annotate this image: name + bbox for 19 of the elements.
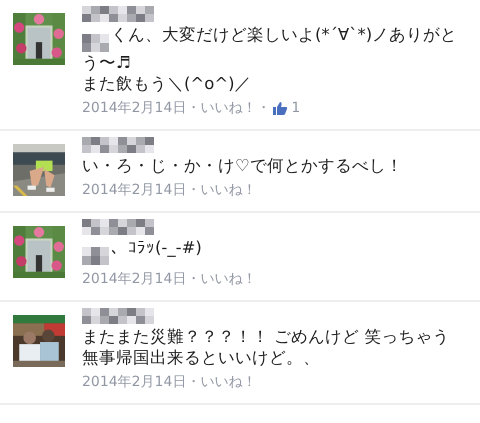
like-count: 1 <box>291 100 300 116</box>
comment-date: 2014年2月14日 <box>82 270 186 288</box>
separator-dot: ・ <box>186 373 200 391</box>
like-link[interactable]: いいね！ <box>200 270 256 288</box>
comment-date: 2014年2月14日 <box>82 373 186 391</box>
like-link[interactable]: いいね！ <box>200 181 256 199</box>
comment-text: またまた災難？？？！！ ごめんけど 笑っちゃう無事帰国出来るといいけど。、 <box>82 326 450 368</box>
comment-text: くん、大変だけど楽しいよ(*´∀`*)ノありがとう〜♬ また飲もう＼(^o^)／ <box>82 24 458 94</box>
separator-dot: ・ <box>186 270 200 288</box>
comment-text: 、ｺﾗｯ(-_-#) <box>82 237 458 265</box>
like-link[interactable]: いいね！ <box>200 99 256 117</box>
comment-date: 2014年2月14日 <box>82 181 186 199</box>
separator-dot: ・ <box>186 99 200 117</box>
thumbs-up-icon <box>272 100 288 116</box>
like-link[interactable]: いいね！ <box>200 373 256 391</box>
separator-dot: ・ <box>186 181 200 199</box>
comment-date: 2014年2月14日 <box>82 99 186 117</box>
separator-dot: ・ <box>256 99 270 117</box>
comment-text: い・ろ・じ・か・け♡で何とかするべし！ <box>82 155 404 176</box>
